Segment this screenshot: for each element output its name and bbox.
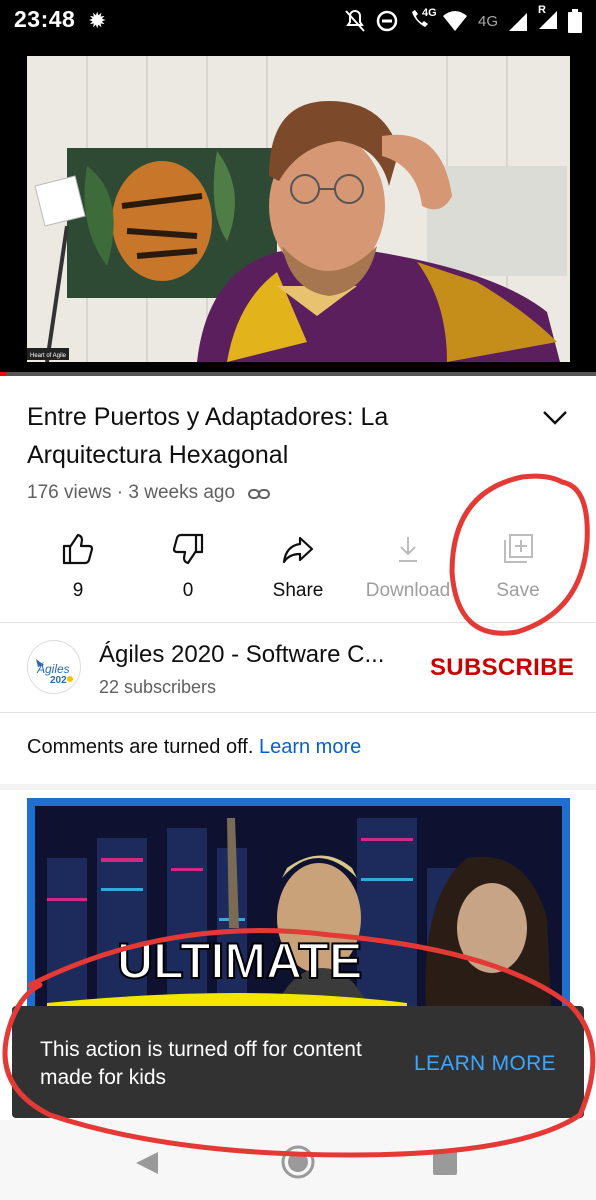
snackbar: This action is turned off for content ma… [12, 1006, 584, 1118]
brightness-icon: ✹ [88, 8, 107, 33]
channel-avatar[interactable]: Ágiles 202 [27, 640, 81, 694]
save-button[interactable]: Save [463, 526, 573, 616]
video-progress-bar[interactable] [0, 372, 596, 376]
do-not-disturb-icon [376, 10, 398, 32]
svg-text:202: 202 [50, 675, 67, 686]
like-count: 9 [72, 580, 84, 601]
android-nav-bar [0, 1120, 596, 1200]
comments-status: Comments are turned off. Learn more [27, 736, 361, 759]
thumbnail-image: ULTIMATE [27, 798, 570, 1028]
comments-off-text: Comments are turned off. [27, 736, 259, 758]
status-bar: 23:48 ✹ 4G 4G R [0, 0, 596, 42]
snackbar-learn-more-button[interactable]: LEARN MORE [414, 1052, 556, 1076]
clock: 23:48 [14, 6, 76, 32]
signal-icon [509, 13, 527, 31]
dislike-button[interactable]: 0 [133, 526, 243, 616]
link-icon [248, 489, 271, 499]
network-type: 4G [477, 12, 498, 30]
channel-logo: Ágiles 202 [36, 659, 73, 686]
like-button[interactable]: 9 [23, 526, 133, 616]
share-button[interactable]: Share [243, 526, 353, 616]
video-player[interactable]: Heart of Agile [0, 42, 596, 376]
dislike-count: 0 [182, 580, 194, 601]
comments-learn-more-link[interactable]: Learn more [259, 736, 361, 758]
thumbnail-title-text: ULTIMATE [117, 933, 362, 989]
video-meta: 176 views · 3 weeks ago [27, 482, 271, 504]
download-label: Download [365, 580, 451, 601]
wifi-calling-icon: 4G [408, 7, 437, 34]
save-label: Save [496, 580, 540, 601]
upload-age: 3 weeks ago [128, 482, 236, 503]
video-frame[interactable]: Heart of Agile [27, 56, 570, 362]
thumbs-down-icon [172, 533, 204, 565]
action-bar: 9 0 Share Download Save [0, 526, 596, 616]
roaming-signal: R [538, 4, 558, 35]
save-icon [504, 534, 533, 563]
svg-text:Ágiles: Ágiles [36, 661, 70, 676]
view-count: 176 views [27, 482, 112, 503]
snackbar-message: This action is turned off for content ma… [40, 1038, 362, 1089]
recents-icon[interactable] [432, 1150, 458, 1176]
share-icon [282, 536, 314, 564]
video-watermark: Heart of Agile [30, 353, 67, 359]
video-still: Heart of Agile [27, 56, 570, 362]
subscriber-count: 22 subscribers [99, 677, 217, 697]
share-label: Share [272, 580, 324, 601]
chevron-down-icon[interactable] [540, 402, 570, 432]
home-icon[interactable] [280, 1144, 316, 1180]
video-progress-fill [0, 372, 6, 376]
notifications-off-icon [345, 9, 365, 32]
back-icon[interactable] [134, 1150, 160, 1176]
divider [0, 712, 596, 713]
subscribe-button[interactable]: SUBSCRIBE [430, 654, 574, 682]
video-title[interactable]: Entre Puertos y Adaptadores: La Arquitec… [27, 398, 517, 474]
battery-icon [568, 9, 582, 33]
channel-name[interactable]: Ágiles 2020 - Software C... [99, 641, 384, 669]
download-icon [399, 537, 417, 562]
next-video-thumbnail[interactable]: ULTIMATE [27, 798, 570, 1028]
section-separator [0, 784, 596, 790]
thumbs-up-icon [62, 533, 94, 565]
divider [0, 622, 596, 623]
download-button[interactable]: Download [353, 526, 463, 616]
wifi-icon [442, 11, 467, 31]
